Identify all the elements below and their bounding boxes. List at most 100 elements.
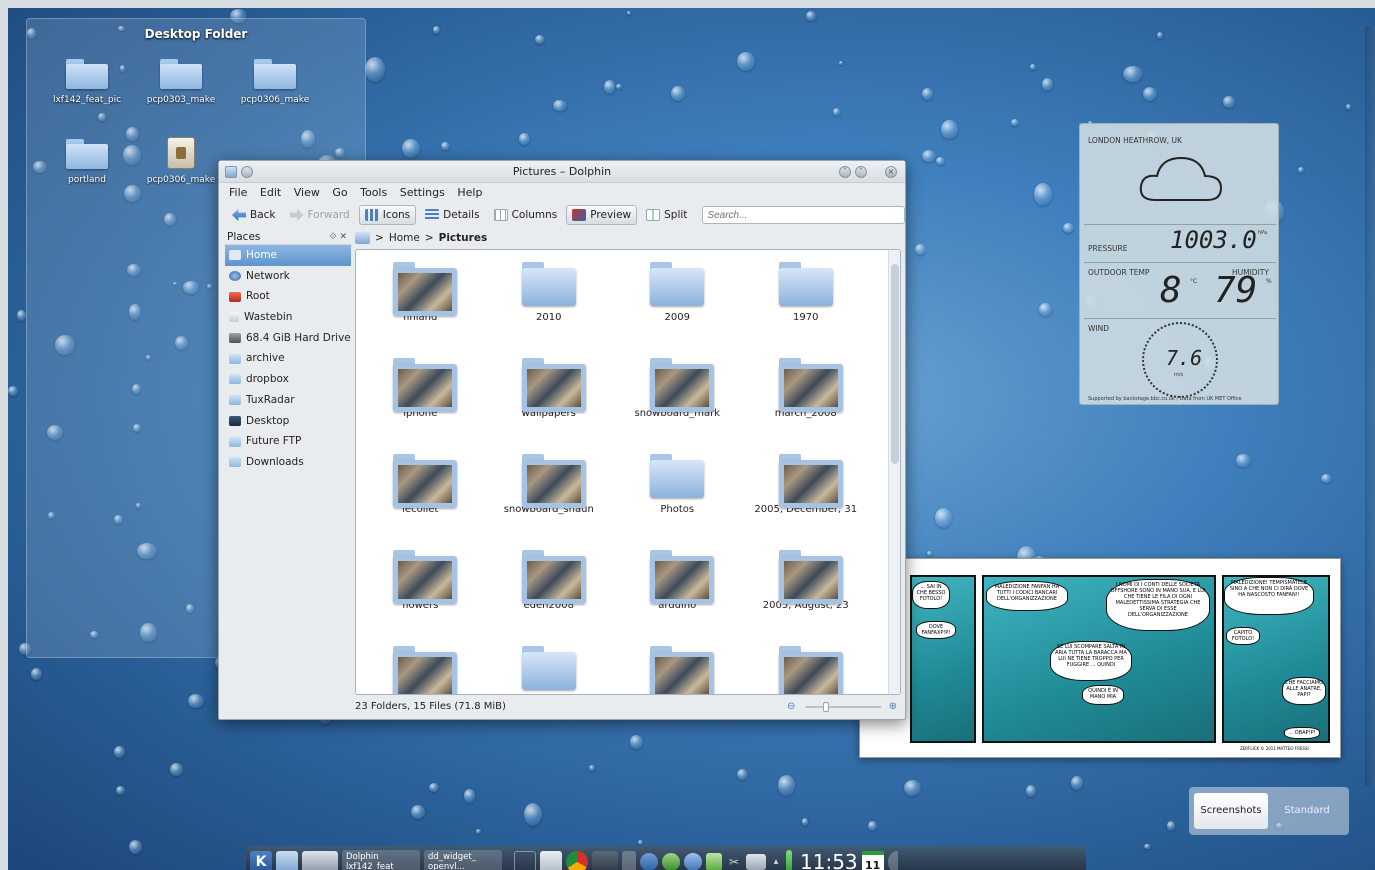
raindrop bbox=[736, 769, 748, 780]
chrome-icon[interactable] bbox=[566, 851, 588, 870]
place-network[interactable]: Network bbox=[225, 266, 351, 287]
task-dolphin[interactable]: Dolphin lxf142_feat bbox=[342, 850, 420, 870]
dolphin-window[interactable]: Pictures – Dolphin ˅ ˄ × File Edit View … bbox=[218, 160, 906, 720]
desktop-folder-item[interactable]: portland bbox=[45, 139, 129, 185]
file-item[interactable]: finland bbox=[356, 256, 485, 352]
forward-button[interactable]: Forward bbox=[285, 205, 355, 225]
scissors-icon[interactable]: ✂ bbox=[726, 851, 742, 870]
menu-go[interactable]: Go bbox=[332, 186, 347, 199]
home-folder-icon[interactable] bbox=[276, 851, 298, 870]
split-button[interactable]: Split bbox=[641, 205, 692, 225]
place-tuxradar[interactable]: TuxRadar bbox=[225, 390, 351, 411]
zoom-handle[interactable] bbox=[823, 702, 829, 712]
file-item[interactable] bbox=[485, 640, 614, 694]
file-item[interactable]: wallpapers bbox=[485, 352, 614, 448]
breadcrumb-home[interactable]: Home bbox=[389, 229, 420, 247]
file-item[interactable]: lecollet bbox=[356, 448, 485, 544]
file-item[interactable]: flowers bbox=[356, 544, 485, 640]
place-home[interactable]: Home bbox=[225, 245, 351, 266]
bluetooth-icon[interactable] bbox=[684, 853, 702, 870]
app-icon[interactable] bbox=[225, 166, 237, 178]
file-item[interactable] bbox=[613, 640, 742, 694]
desktop-item-label: pcp0303_make bbox=[146, 95, 216, 105]
place-downloads[interactable]: Downloads bbox=[225, 452, 351, 473]
file-item[interactable]: arduino bbox=[613, 544, 742, 640]
raindrop bbox=[805, 10, 817, 21]
clipboard-icon[interactable] bbox=[706, 853, 722, 870]
file-item[interactable]: 2005, August, 23 bbox=[742, 544, 871, 640]
file-item[interactable] bbox=[356, 640, 485, 694]
menu-tools[interactable]: Tools bbox=[360, 186, 387, 199]
place-wastebin[interactable]: Wastebin bbox=[225, 307, 351, 328]
activity-switcher[interactable]: Screenshots Standard bbox=[1189, 787, 1349, 835]
file-item[interactable]: 2010 bbox=[485, 256, 614, 352]
calendar-icon[interactable]: 11 bbox=[861, 851, 884, 870]
pager-icon[interactable] bbox=[302, 851, 338, 870]
battery-icon[interactable] bbox=[786, 850, 792, 870]
place-root[interactable]: Root bbox=[225, 286, 351, 307]
network-icon[interactable] bbox=[640, 853, 658, 870]
place-future-ftp[interactable]: Future FTP bbox=[225, 431, 351, 452]
panel-toolbox-icon[interactable] bbox=[887, 851, 898, 870]
file-item[interactable]: snowboard_mark bbox=[613, 352, 742, 448]
maximize-icon[interactable]: ˄ bbox=[855, 166, 867, 178]
file-item[interactable]: march_2008 bbox=[742, 352, 871, 448]
icons-view-button[interactable]: Icons bbox=[358, 205, 417, 225]
task-widget[interactable]: dd_widget_ openvl... bbox=[424, 850, 502, 870]
terminal-icon[interactable] bbox=[592, 851, 618, 870]
back-button[interactable]: Back bbox=[227, 205, 281, 225]
place-hard-drive[interactable]: 68.4 GiB Hard Drive bbox=[225, 328, 351, 349]
file-item[interactable]: 2005, December, 31 bbox=[742, 448, 871, 544]
file-item[interactable]: 2009 bbox=[613, 256, 742, 352]
places-panel: Places ⟐ ✕ Home Network Root Wastebin 68.… bbox=[225, 229, 351, 689]
desktop-folder-item[interactable]: lxf142_feat_pic bbox=[45, 59, 129, 105]
minimize-icon[interactable]: ˅ bbox=[839, 166, 851, 178]
pin-icon[interactable] bbox=[241, 166, 253, 178]
window-titlebar[interactable]: Pictures – Dolphin ˅ ˄ × bbox=[219, 161, 905, 183]
search-input[interactable] bbox=[702, 206, 905, 224]
weather-widget[interactable]: LONDON HEATHROW, UK PRESSURE 1003.0 hPa … bbox=[1079, 123, 1279, 405]
breadcrumb-pictures[interactable]: Pictures bbox=[439, 229, 488, 247]
close-icon[interactable]: × bbox=[885, 166, 897, 178]
raindrop bbox=[8, 386, 19, 397]
clock[interactable]: 11:53 bbox=[800, 850, 858, 870]
vertical-scrollbar[interactable] bbox=[888, 250, 900, 694]
email-icon[interactable] bbox=[540, 851, 562, 870]
file-item[interactable]: snowboard_shaun bbox=[485, 448, 614, 544]
preview-button[interactable]: Preview bbox=[566, 205, 638, 225]
zoom-track[interactable] bbox=[805, 706, 881, 708]
zoom-slider[interactable]: ⊖ ⊕ bbox=[787, 701, 897, 712]
file-item[interactable]: 1970 bbox=[742, 256, 871, 352]
columns-view-button[interactable]: Columns bbox=[489, 205, 563, 225]
activity-screenshots[interactable]: Screenshots bbox=[1194, 793, 1268, 829]
comic-strip-widget[interactable]: ... SAI IN CHE BESSO FOTOLO! DOVE FANFAX… bbox=[859, 558, 1341, 758]
places-close-icon[interactable]: ⟐ ✕ bbox=[330, 229, 348, 245]
menu-edit[interactable]: Edit bbox=[260, 186, 281, 199]
desktop-folder-item[interactable]: pcp0303_make bbox=[139, 59, 223, 105]
zoom-in-icon[interactable]: ⊕ bbox=[889, 699, 897, 715]
zoom-out-icon[interactable]: ⊖ bbox=[787, 699, 795, 715]
menu-help[interactable]: Help bbox=[457, 186, 482, 199]
display-icon[interactable] bbox=[746, 854, 766, 870]
menu-view[interactable]: View bbox=[294, 186, 320, 199]
menu-file[interactable]: File bbox=[229, 186, 247, 199]
file-view[interactable]: finland 2010 2009 1970 iphone wallpapers snowb… bbox=[355, 249, 901, 695]
place-desktop[interactable]: Desktop bbox=[225, 411, 351, 432]
tray-expand-icon[interactable]: ▴ bbox=[770, 851, 782, 870]
update-icon[interactable] bbox=[662, 853, 680, 870]
file-item[interactable]: eden2008 bbox=[485, 544, 614, 640]
place-dropbox[interactable]: dropbox bbox=[225, 369, 351, 390]
file-item[interactable]: iphone bbox=[356, 352, 485, 448]
details-view-button[interactable]: Details bbox=[420, 205, 484, 225]
file-item[interactable] bbox=[742, 640, 871, 694]
activity-standard[interactable]: Standard bbox=[1270, 793, 1344, 829]
kde-menu-icon[interactable]: K bbox=[250, 851, 272, 870]
file-item[interactable]: Photos bbox=[613, 448, 742, 544]
menu-settings[interactable]: Settings bbox=[400, 186, 445, 199]
place-archive[interactable]: archive bbox=[225, 348, 351, 369]
scrollbar-thumb[interactable] bbox=[891, 264, 899, 464]
breadcrumb-home-icon[interactable] bbox=[355, 232, 370, 244]
graph-icon[interactable] bbox=[514, 851, 536, 870]
desktop-folder-item[interactable]: pcp0306_make bbox=[233, 59, 317, 105]
desktop-folder-item[interactable]: pcp0306_make bbox=[139, 137, 223, 185]
